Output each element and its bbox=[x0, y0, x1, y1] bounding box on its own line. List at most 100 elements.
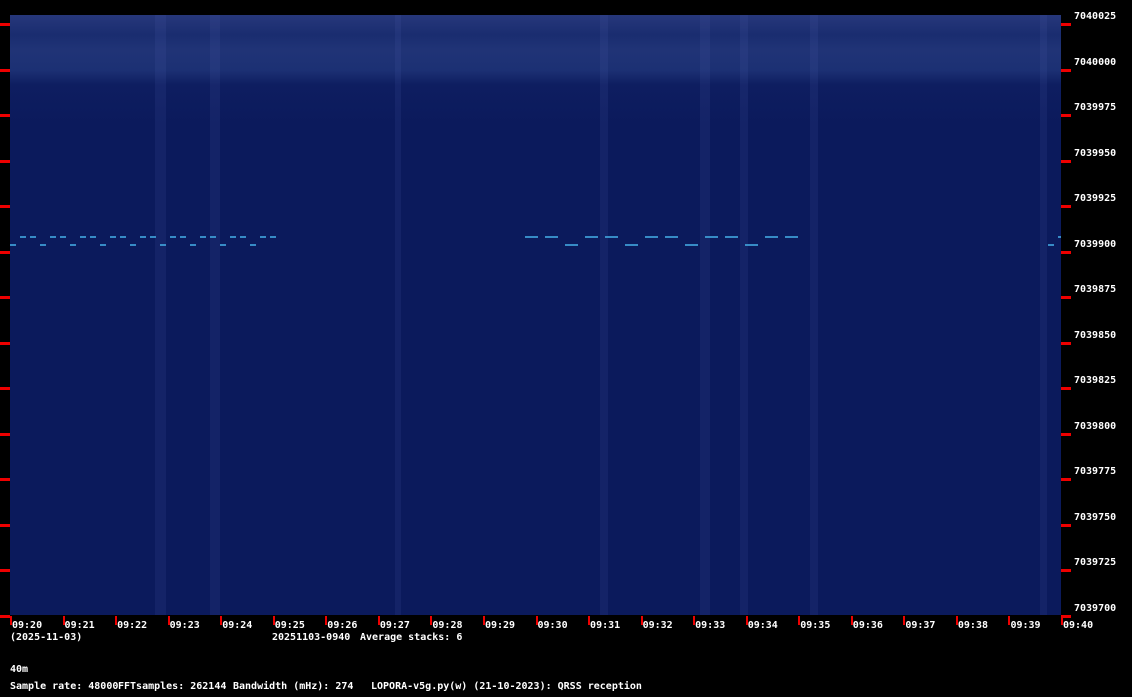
signal-mark bbox=[100, 244, 106, 246]
y-tick-left bbox=[0, 341, 10, 345]
signal-mark bbox=[230, 236, 236, 238]
y-tick-left bbox=[0, 68, 10, 72]
signal-mark bbox=[785, 236, 798, 238]
signal-mark bbox=[190, 244, 196, 246]
file-id-label: 20251103-0940 bbox=[272, 632, 351, 643]
y-tick-right bbox=[1061, 523, 1071, 527]
signal-mark bbox=[200, 236, 206, 238]
x-tick-label: 09:27 bbox=[379, 620, 410, 631]
x-tick-label: 09:30 bbox=[537, 620, 568, 631]
y-tick-left bbox=[0, 432, 10, 436]
y-tick-label: 7039875 bbox=[1074, 284, 1117, 295]
y-tick-right bbox=[1061, 478, 1071, 481]
signal-mark bbox=[170, 236, 176, 238]
y-tick-right bbox=[1061, 205, 1071, 208]
signal-mark bbox=[665, 236, 678, 238]
x-tick-label: 09:40 bbox=[1063, 620, 1094, 631]
fft-samples-label: FFTsamples: 262144 bbox=[118, 681, 227, 692]
x-tick-label: 09:35 bbox=[800, 620, 831, 631]
x-tick-label: 09:26 bbox=[327, 620, 358, 631]
signal-mark bbox=[645, 236, 658, 238]
x-tick-label: 09:29 bbox=[484, 620, 516, 631]
y-tick-right bbox=[1061, 569, 1071, 572]
y-tick-label: 7040025 bbox=[1074, 11, 1117, 22]
y-tick-label: 7039775 bbox=[1074, 466, 1117, 477]
signal-mark bbox=[130, 244, 136, 246]
band-label: 40m bbox=[10, 664, 29, 675]
noise-streak bbox=[395, 15, 401, 615]
y-tick-label: 7040000 bbox=[1074, 56, 1117, 68]
spectrogram bbox=[10, 15, 1061, 615]
signal-mark bbox=[765, 236, 778, 238]
x-tick-label: 09:20 bbox=[12, 620, 43, 631]
y-tick-left bbox=[0, 387, 10, 390]
signal-mark bbox=[685, 244, 698, 246]
program-label: LOPORA-v5g.py(w) (21-10-2023): QRSS rece… bbox=[371, 681, 642, 692]
signal-mark bbox=[270, 236, 276, 238]
noise-streak bbox=[210, 15, 220, 615]
signal-mark bbox=[70, 244, 76, 246]
signal-mark bbox=[725, 236, 738, 238]
signal-mark bbox=[605, 236, 618, 238]
x-tick-label: 09:36 bbox=[852, 620, 883, 631]
signal-mark bbox=[210, 236, 216, 238]
signal-mark bbox=[80, 236, 86, 238]
x-tick-label: 09:34 bbox=[747, 620, 778, 631]
signal-mark bbox=[90, 236, 96, 238]
y-tick-right bbox=[1061, 432, 1071, 436]
signal-mark bbox=[545, 236, 558, 238]
y-tick-label: 7039850 bbox=[1074, 329, 1117, 341]
signal-mark bbox=[160, 244, 166, 246]
x-tick-label: 09:31 bbox=[590, 620, 621, 631]
signal-mark bbox=[525, 236, 538, 238]
x-tick-label: 09:32 bbox=[642, 620, 673, 631]
noise-streak bbox=[810, 15, 818, 615]
y-tick-left bbox=[0, 23, 10, 26]
x-tick-label: 09:38 bbox=[957, 620, 988, 631]
x-tick-label: 09:23 bbox=[169, 620, 200, 631]
y-tick-left bbox=[0, 478, 10, 481]
x-tick-label: 09:33 bbox=[695, 620, 726, 631]
y-tick-label: 7039900 bbox=[1074, 238, 1117, 250]
noise-streak bbox=[600, 15, 608, 615]
y-tick-right bbox=[1061, 114, 1071, 117]
x-tick-label: 09:39 bbox=[1010, 620, 1041, 631]
bandwidth-label: Bandwidth (mHz): 274 bbox=[233, 681, 354, 692]
signal-mark bbox=[260, 236, 266, 238]
signal-mark bbox=[10, 244, 16, 246]
signal-mark bbox=[565, 244, 578, 246]
signal-mark bbox=[1048, 244, 1054, 246]
signal-mark bbox=[150, 236, 156, 238]
y-tick-label: 7039975 bbox=[1074, 102, 1117, 113]
signal-mark bbox=[705, 236, 718, 238]
sample-rate-label: Sample rate: 48000 bbox=[10, 681, 119, 692]
y-tick-label: 7039700 bbox=[1074, 602, 1117, 614]
signal-mark bbox=[40, 244, 46, 246]
y-tick-left bbox=[0, 114, 10, 117]
x-tick-label: 09:25 bbox=[274, 620, 305, 631]
y-tick-right bbox=[1061, 159, 1071, 163]
y-tick-left bbox=[0, 614, 10, 618]
signal-mark bbox=[180, 236, 186, 238]
y-tick-left bbox=[0, 523, 10, 527]
signal-mark bbox=[30, 236, 36, 238]
y-tick-right bbox=[1061, 387, 1071, 390]
y-tick-right bbox=[1061, 23, 1071, 26]
y-tick-label: 7039950 bbox=[1074, 147, 1117, 159]
signal-mark bbox=[20, 236, 26, 238]
noise-streak bbox=[740, 15, 748, 615]
y-tick-label: 7039925 bbox=[1074, 193, 1117, 204]
average-stacks-label: Average stacks: 6 bbox=[360, 632, 463, 643]
noise-streak bbox=[1040, 15, 1047, 615]
y-tick-right bbox=[1061, 68, 1071, 72]
signal-mark bbox=[250, 244, 256, 246]
signal-mark bbox=[60, 236, 66, 238]
y-tick-label: 7039725 bbox=[1074, 557, 1117, 568]
signal-mark bbox=[625, 244, 638, 246]
signal-mark bbox=[120, 236, 126, 238]
signal-mark bbox=[140, 236, 146, 238]
signal-mark bbox=[745, 244, 758, 246]
signal-mark bbox=[50, 236, 56, 238]
y-tick-label: 7039800 bbox=[1074, 420, 1117, 432]
y-tick-right bbox=[1061, 250, 1071, 254]
